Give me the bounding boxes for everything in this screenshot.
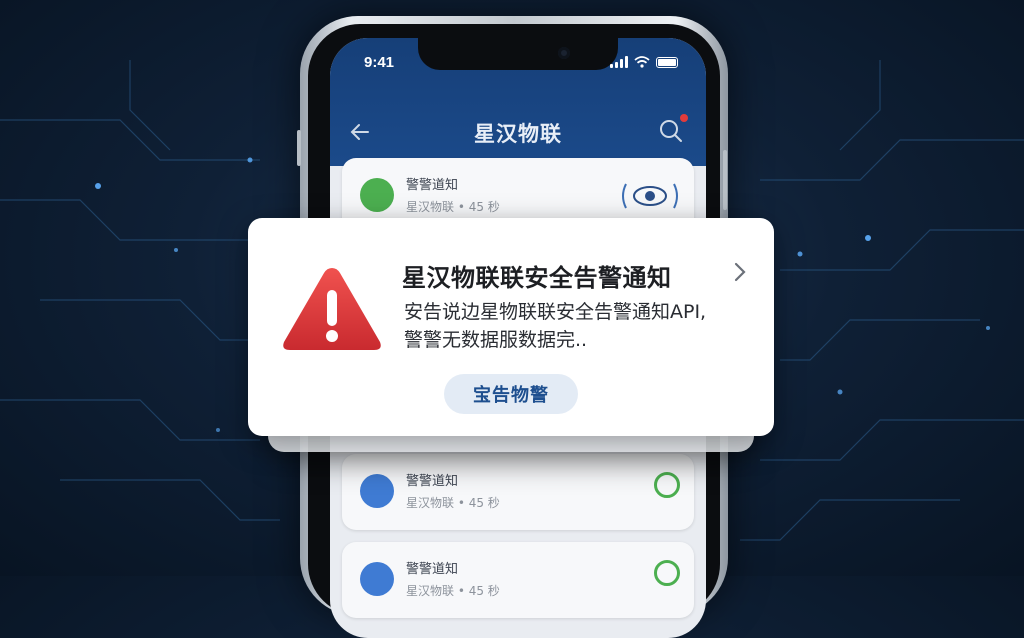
- alert-action-button[interactable]: 宝告物警: [444, 374, 578, 414]
- status-time: 9:41: [364, 54, 395, 71]
- status-icons: [610, 56, 678, 68]
- volume-button: [297, 130, 301, 166]
- list-item[interactable]: 警警道知 星汉物联 • 45 秒: [342, 542, 694, 618]
- eye-scan-icon: [622, 183, 678, 209]
- list-item-subtitle: 星汉物联 • 45 秒: [406, 496, 500, 510]
- security-alert-popup[interactable]: 星汉物联联安全告警通知 安告说边星物联联安全告警通知API, 警警无数据服数据完…: [248, 218, 774, 436]
- router-icon: [360, 178, 394, 212]
- alert-body: 安告说边星物联联安全告警通知API, 警警无数据服数据完..: [404, 298, 714, 354]
- battery-icon: [656, 56, 678, 68]
- user-icon: [654, 560, 680, 586]
- list-item[interactable]: 警警道知 星汉物联 • 45 秒: [342, 454, 694, 530]
- list-item-subtitle: 星汉物联 • 45 秒: [406, 200, 500, 214]
- list-item-title: 警警道知: [406, 474, 459, 489]
- pin-icon: [360, 474, 394, 508]
- notification-badge: [680, 114, 688, 122]
- signal-icon: [610, 56, 628, 68]
- app-store-icon: [360, 562, 394, 596]
- status-icon: [654, 472, 680, 498]
- alert-body-line-2: 警警无数据服数据完..: [404, 329, 588, 351]
- power-button: [723, 150, 727, 210]
- front-camera: [558, 47, 570, 59]
- alert-body-line-1: 安告说边星物联联安全告警通知API,: [404, 301, 707, 323]
- search-icon[interactable]: [658, 118, 684, 144]
- notch: [418, 38, 618, 70]
- warning-triangle-icon: [283, 268, 381, 350]
- list-item-title: 警警道知: [406, 562, 459, 577]
- wifi-icon: [634, 56, 650, 68]
- chevron-right-icon[interactable]: [730, 260, 750, 284]
- app-title: 星汉物联: [474, 122, 562, 146]
- alert-title: 星汉物联联安全告警通知: [402, 264, 672, 292]
- list-item-subtitle: 星汉物联 • 45 秒: [406, 584, 500, 598]
- list-item-title: 警警道知: [406, 178, 459, 193]
- app-header: 9:41 星汉物联: [330, 38, 706, 166]
